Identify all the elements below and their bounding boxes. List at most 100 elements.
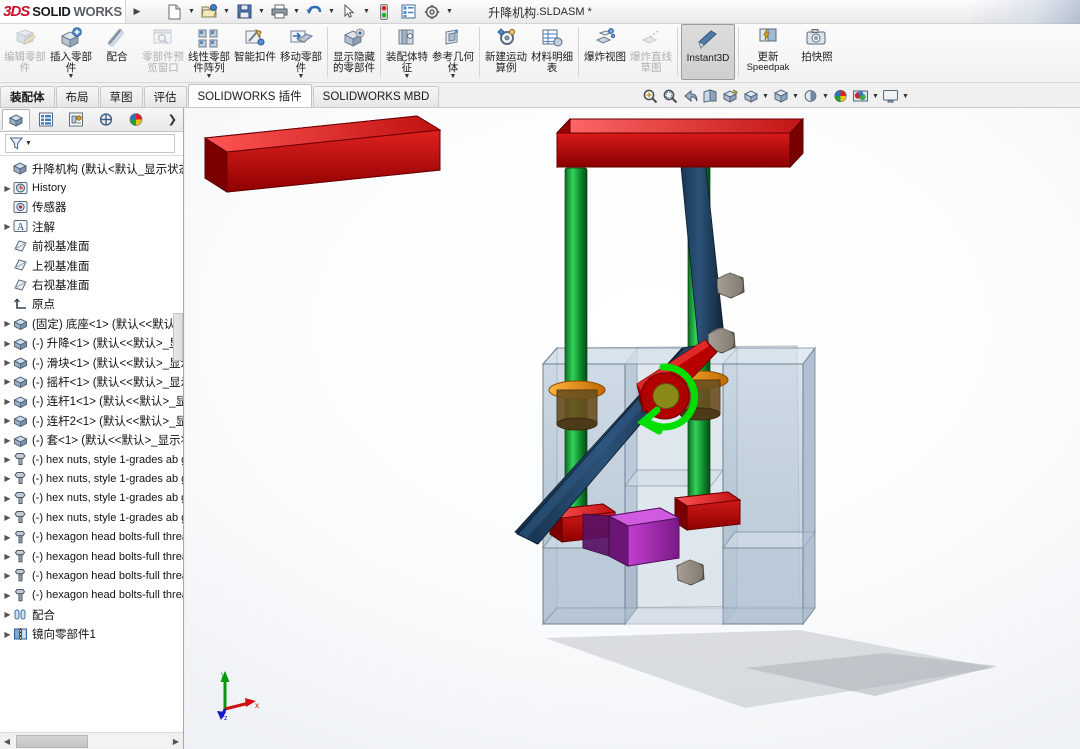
scroll-right-icon[interactable]: ▶ xyxy=(169,734,183,749)
tree-item-hex-nut-2[interactable]: ▶ (-) hex nuts, style 1-grades ab gb< xyxy=(0,469,183,488)
tree-item-top-plane[interactable]: 上视基准面 xyxy=(0,256,183,275)
tree-item-rocker[interactable]: ▶ (-) 摇杆<1> (默认<<默认>_显示状态 xyxy=(0,372,183,391)
reference-geometry-caret-icon[interactable]: ▼ xyxy=(450,73,457,80)
hide-show-items-icon[interactable] xyxy=(771,87,790,106)
tree-item-hex-nut-3[interactable]: ▶ (-) hex nuts, style 1-grades ab gb< xyxy=(0,489,183,508)
viewport-caret-icon[interactable]: ▼ xyxy=(901,87,910,106)
tree-item-sleeve[interactable]: ▶ (-) 套<1> (默认<<默认>_显示状态 1: xyxy=(0,430,183,449)
feature-tree[interactable]: 升降机构 (默认<默认_显示状态-1>) ▶ History xyxy=(0,156,183,727)
link1-expander[interactable]: ▶ xyxy=(2,397,13,406)
menu-expand-arrow-icon[interactable]: ▶ xyxy=(126,0,148,23)
configuration-manager-tab[interactable] xyxy=(62,109,90,130)
file-properties-button[interactable] xyxy=(396,1,420,23)
tree-item-hex-nut-4[interactable]: ▶ (-) hex nuts, style 1-grades ab gb< xyxy=(0,508,183,527)
graphics-area[interactable]: y x z xyxy=(185,108,1080,749)
insert-components-caret-icon[interactable]: ▼ xyxy=(68,73,75,80)
tree-item-hex-bolt-2[interactable]: ▶ (-) hexagon head bolts-full thread xyxy=(0,547,183,566)
undo-button[interactable] xyxy=(302,1,326,23)
open-document-button[interactable] xyxy=(197,1,221,23)
feature-manager-tab[interactable] xyxy=(2,109,30,130)
take-snapshot-command[interactable]: 拍快照 xyxy=(794,24,840,81)
slider-expander[interactable]: ▶ xyxy=(2,358,13,367)
mirror-expander[interactable]: ▶ xyxy=(2,630,13,639)
view-settings-icon[interactable] xyxy=(851,87,870,106)
mate-command[interactable]: 配合 xyxy=(94,24,140,81)
previous-view-icon[interactable] xyxy=(681,87,700,106)
reference-geometry-command[interactable]: 参考几何体 ▼ xyxy=(430,24,476,81)
lift-expander[interactable]: ▶ xyxy=(2,339,13,348)
tree-item-origin[interactable]: 原点 xyxy=(0,295,183,314)
viewport-icon[interactable] xyxy=(881,87,900,106)
select-tool-caret-icon[interactable]: ▼ xyxy=(361,1,372,23)
hscroll-track[interactable] xyxy=(14,734,169,748)
new-motion-study-command[interactable]: 新建运动算例 xyxy=(483,24,529,81)
panel-expand-icon[interactable]: ❯ xyxy=(168,113,177,126)
tree-item-hex-nut-1[interactable]: ▶ (-) hex nuts, style 1-grades ab gb< xyxy=(0,450,183,469)
hex-nut-3-expander[interactable]: ▶ xyxy=(2,494,13,503)
save-document-caret-icon[interactable]: ▼ xyxy=(256,1,267,23)
hex-bolt-4-expander[interactable]: ▶ xyxy=(2,591,13,600)
tree-item-link2[interactable]: ▶ (-) 连杆2<1> (默认<<默认>_显示状态 xyxy=(0,411,183,430)
hide-show-items-caret-icon[interactable]: ▼ xyxy=(791,87,800,106)
bill-of-materials-command[interactable]: 材料明细表 xyxy=(529,24,575,81)
tree-item-sensors[interactable]: 传感器 xyxy=(0,198,183,217)
tree-item-lift[interactable]: ▶ (-) 升降<1> (默认<<默认>_显示状态 xyxy=(0,334,183,353)
base-expander[interactable]: ▶ xyxy=(2,319,13,328)
new-document-caret-icon[interactable]: ▼ xyxy=(186,1,197,23)
linear-pattern-caret-icon[interactable]: ▼ xyxy=(206,73,213,80)
hex-nut-2-expander[interactable]: ▶ xyxy=(2,474,13,483)
move-component-caret-icon[interactable]: ▼ xyxy=(298,73,305,80)
view-settings-caret-icon[interactable]: ▼ xyxy=(871,87,880,106)
link2-expander[interactable]: ▶ xyxy=(2,416,13,425)
display-style-caret-icon[interactable]: ▼ xyxy=(761,87,770,106)
filter-caret-icon[interactable]: ▼ xyxy=(25,140,32,147)
zoom-to-fit-icon[interactable] xyxy=(641,87,660,106)
hscroll-thumb[interactable] xyxy=(16,734,88,748)
assembly-features-caret-icon[interactable]: ▼ xyxy=(404,73,411,80)
sleeve-expander[interactable]: ▶ xyxy=(2,436,13,445)
tree-item-hex-bolt-4[interactable]: ▶ (-) hexagon head bolts-full thread xyxy=(0,586,183,605)
tree-item-base[interactable]: ▶ (固定) 底座<1> (默认<<默认>_显示状 xyxy=(0,314,183,333)
options-caret-icon[interactable]: ▼ xyxy=(444,1,455,23)
tree-item-hex-bolt-1[interactable]: ▶ (-) hexagon head bolts-full thread xyxy=(0,527,183,546)
dimxpert-manager-tab[interactable] xyxy=(92,109,120,130)
display-style-icon[interactable] xyxy=(741,87,760,106)
tree-item-front-plane[interactable]: 前视基准面 xyxy=(0,237,183,256)
tree-filter-input[interactable]: ▼ xyxy=(5,134,175,153)
hex-bolt-2-expander[interactable]: ▶ xyxy=(2,552,13,561)
save-document-button[interactable] xyxy=(232,1,256,23)
annotations-expander[interactable]: ▶ xyxy=(2,222,13,231)
edit-component-command[interactable]: 编辑零部件 xyxy=(2,24,48,81)
display-manager-tab[interactable] xyxy=(122,109,150,130)
select-tool-button[interactable] xyxy=(337,1,361,23)
exploded-view-command[interactable]: 爆炸视图 xyxy=(582,24,628,81)
rocker-expander[interactable]: ▶ xyxy=(2,377,13,386)
insert-components-command[interactable]: 插入零部件 ▼ xyxy=(48,24,94,81)
open-document-caret-icon[interactable]: ▼ xyxy=(221,1,232,23)
component-preview-window-command[interactable]: 零部件预览窗口 xyxy=(140,24,186,81)
tree-horizontal-scrollbar[interactable]: ◀ ▶ xyxy=(0,732,183,749)
tab-assembly[interactable]: 装配体 xyxy=(0,86,55,107)
tab-sketch[interactable]: 草图 xyxy=(99,86,143,107)
hex-bolt-1-expander[interactable]: ▶ xyxy=(2,533,13,542)
tree-root[interactable]: 升降机构 (默认<默认_显示状态-1>) xyxy=(0,159,183,178)
tree-vertical-scrollbar[interactable] xyxy=(173,313,183,361)
hex-nut-4-expander[interactable]: ▶ xyxy=(2,513,13,522)
tab-solidworks-mbd[interactable]: SOLIDWORKS MBD xyxy=(312,86,440,107)
undo-caret-icon[interactable]: ▼ xyxy=(326,1,337,23)
tree-item-slider[interactable]: ▶ (-) 滑块<1> (默认<<默认>_显示状态 xyxy=(0,353,183,372)
hex-nut-1-expander[interactable]: ▶ xyxy=(2,455,13,464)
linear-component-pattern-command[interactable]: 线性零部件阵列 ▼ xyxy=(186,24,232,81)
new-document-button[interactable] xyxy=(162,1,186,23)
mates-expander[interactable]: ▶ xyxy=(2,610,13,619)
smart-fasteners-command[interactable]: 智能扣件 xyxy=(232,24,278,81)
edit-appearance-caret-icon[interactable]: ▼ xyxy=(821,87,830,106)
view-orientation-icon[interactable] xyxy=(721,87,740,106)
update-speedpak-command[interactable]: 更新 Speedpak xyxy=(742,24,794,81)
show-hidden-components-command[interactable]: 显示隐藏的零部件 xyxy=(331,24,377,81)
print-document-caret-icon[interactable]: ▼ xyxy=(291,1,302,23)
tree-item-mates[interactable]: ▶ 配合 xyxy=(0,605,183,624)
tree-item-history[interactable]: ▶ History xyxy=(0,178,183,197)
move-component-command[interactable]: 移动零部件 ▼ xyxy=(278,24,324,81)
edit-appearance-icon[interactable] xyxy=(801,87,820,106)
